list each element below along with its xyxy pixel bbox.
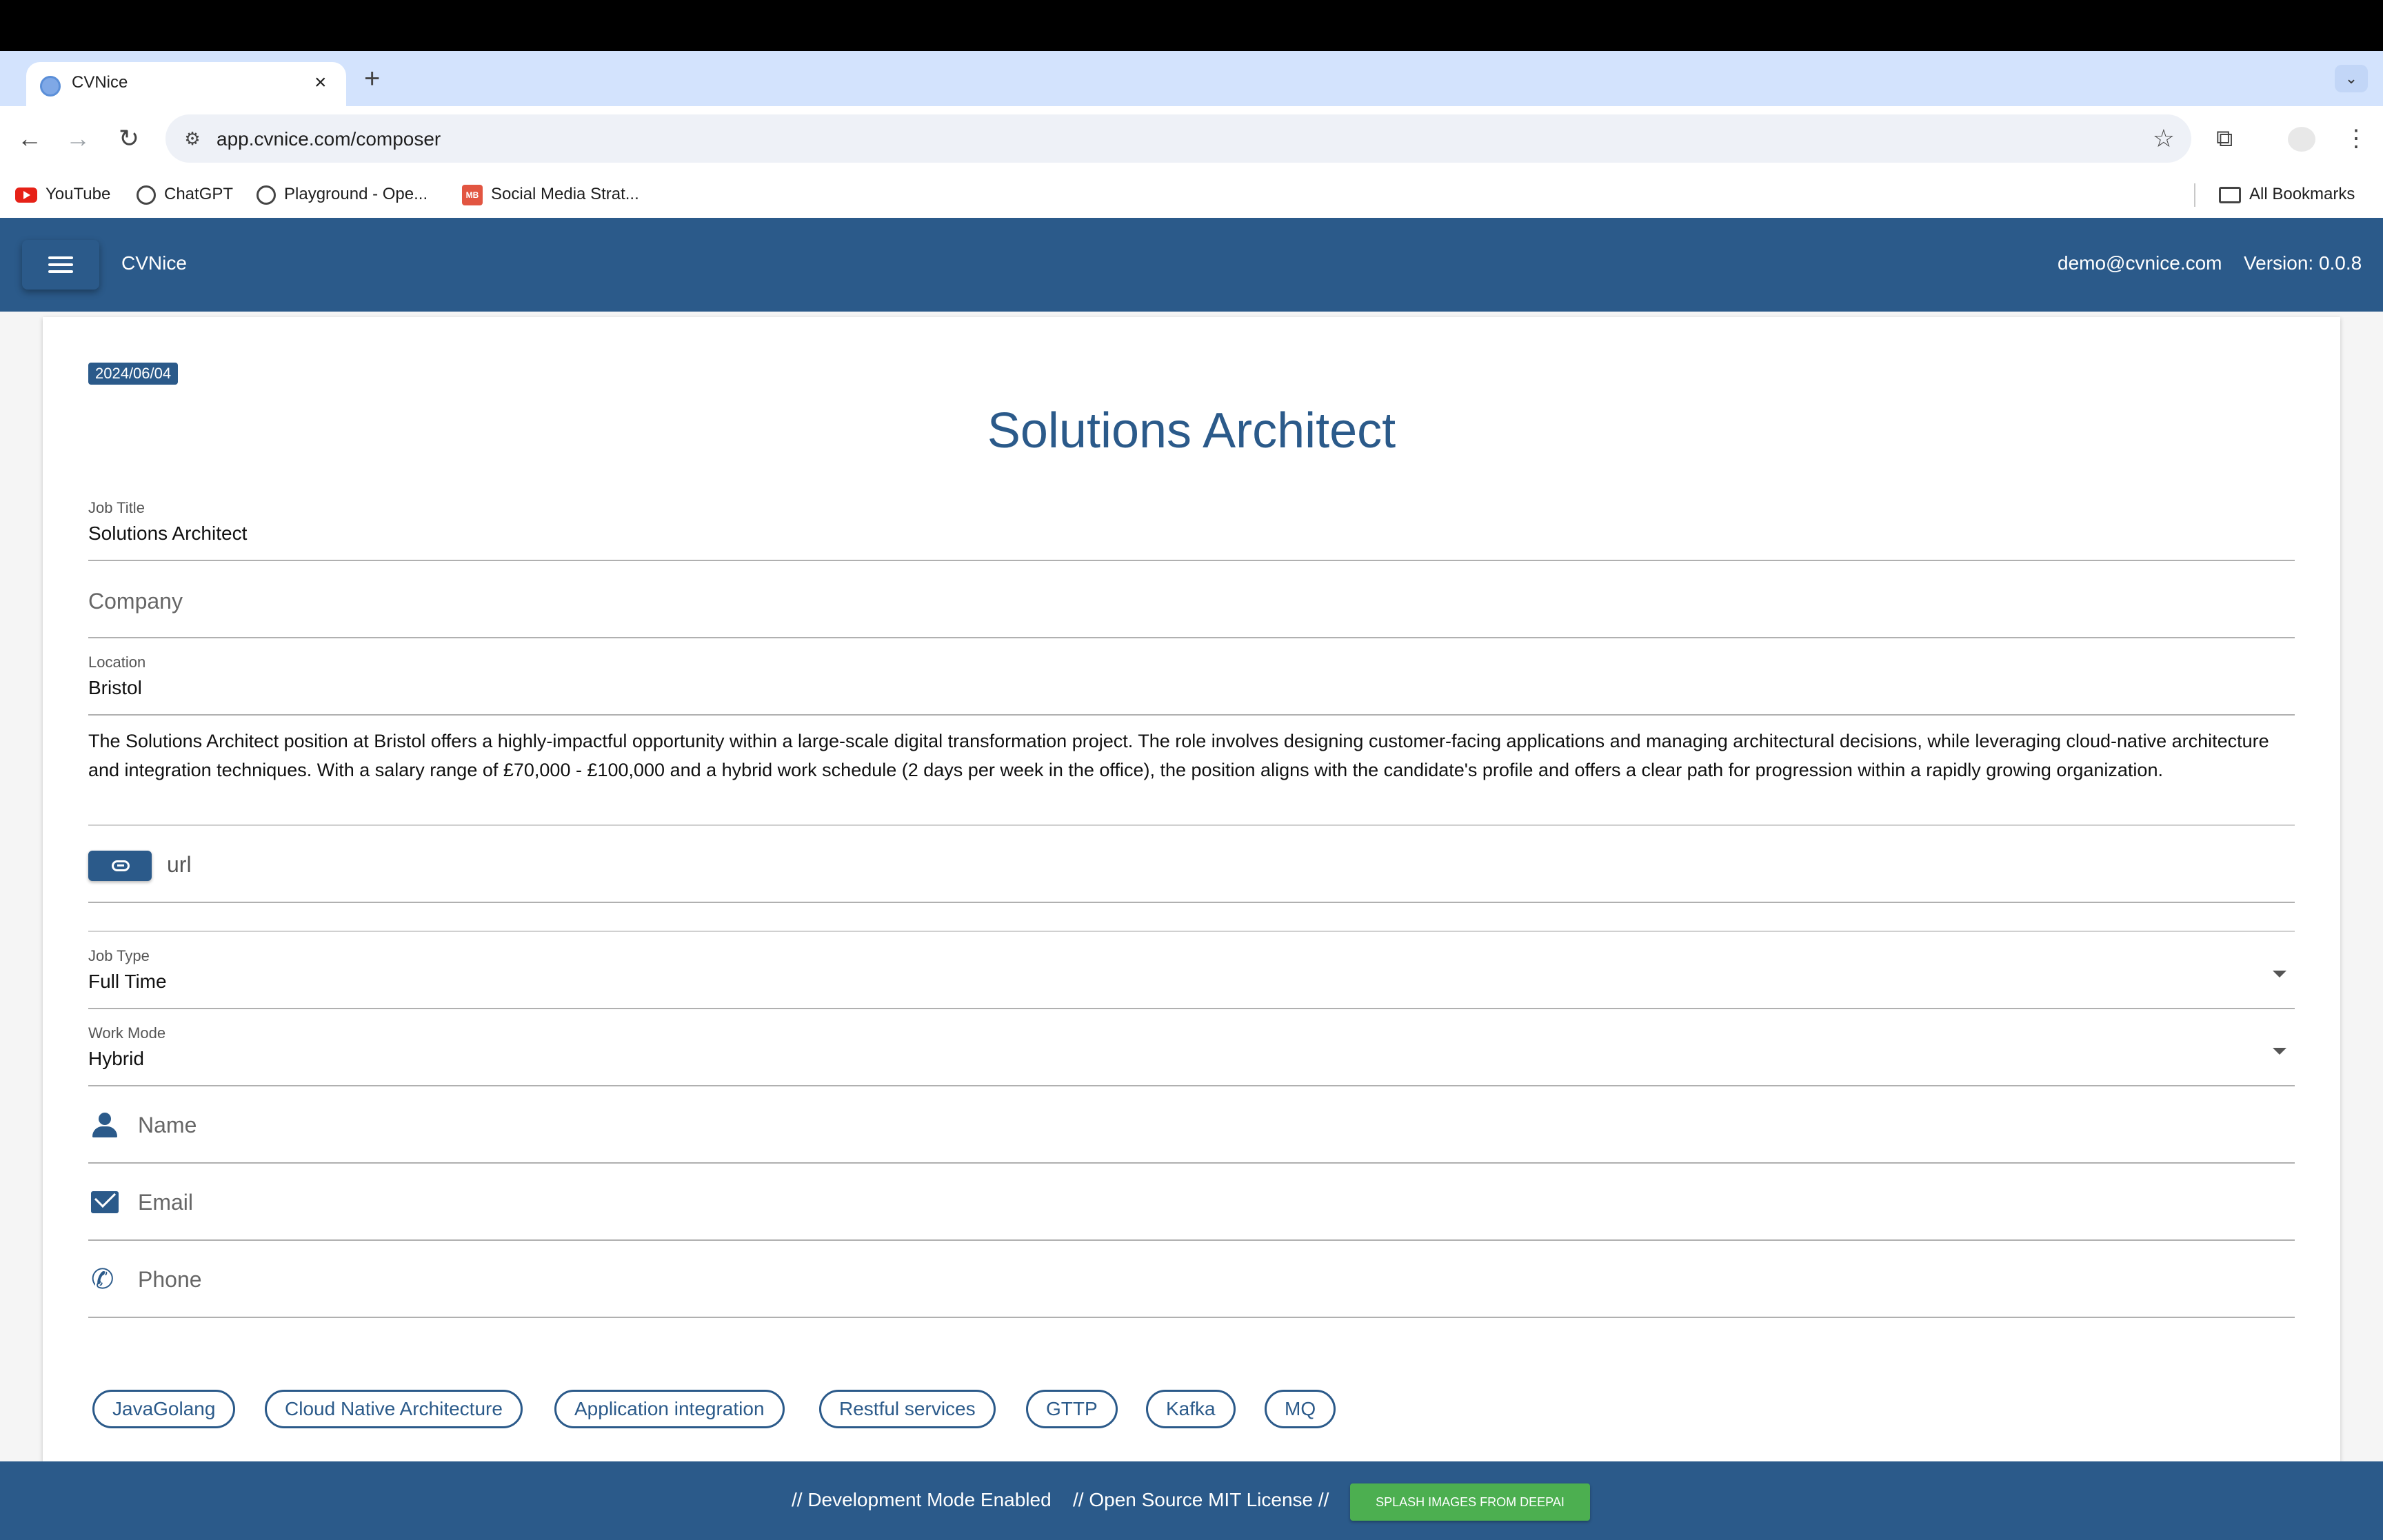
job-type-label: Job Type — [88, 947, 150, 964]
bookmark-playground[interactable]: Playground - Ope... — [257, 182, 428, 207]
company-field[interactable]: Company — [88, 563, 2295, 638]
skill-tag[interactable]: Application integration — [554, 1390, 785, 1428]
skill-tag[interactable]: Restful services — [819, 1390, 996, 1428]
date-badge: 2024/06/04 — [88, 363, 179, 385]
new-tab-button[interactable]: + — [364, 62, 380, 95]
youtube-icon — [15, 187, 37, 203]
globe-icon — [40, 76, 61, 97]
menu-line — [48, 270, 73, 273]
bookmark-label: YouTube — [46, 185, 111, 203]
bookmark-chatgpt[interactable]: ChatGPT — [137, 182, 233, 207]
location-field[interactable]: Location Bristol — [88, 651, 2295, 716]
bookmark-label: ChatGPT — [164, 185, 234, 203]
skill-tag[interactable]: Kafka — [1146, 1390, 1236, 1428]
bookmark-youtube[interactable]: YouTube — [15, 182, 110, 207]
job-type-select[interactable]: Job Type Full Time — [88, 944, 2295, 1009]
back-arrow-icon[interactable]: ← — [12, 121, 47, 156]
url-text[interactable]: app.cvnice.com/composer — [217, 128, 441, 150]
browser-menu-icon[interactable]: ⋮ — [2344, 121, 2368, 156]
work-mode-select[interactable]: Work Mode Hybrid — [88, 1022, 2295, 1086]
dev-mode-text: // Development Mode Enabled — [792, 1489, 1052, 1510]
app-footer: // Development Mode Enabled // Open Sour… — [0, 1461, 2383, 1540]
all-bookmarks[interactable]: All Bookmarks — [2219, 182, 2355, 207]
extensions-icon[interactable]: ⧉ — [2216, 121, 2233, 156]
job-title-label: Job Title — [88, 499, 145, 516]
email-field[interactable]: Email — [88, 1165, 2295, 1241]
name-placeholder[interactable]: Name — [138, 1113, 197, 1138]
url-field[interactable] — [88, 838, 2295, 903]
skill-tag[interactable]: GTTP — [1026, 1390, 1118, 1428]
site-info-icon[interactable]: ⚙ — [178, 124, 207, 153]
tab-title: CVNice — [72, 73, 128, 92]
profile-avatar[interactable] — [2288, 127, 2315, 152]
menu-line — [48, 256, 73, 259]
work-mode-label: Work Mode — [88, 1024, 166, 1042]
skill-tag[interactable]: MQ — [1265, 1390, 1336, 1428]
tab-search-button[interactable]: ⌄ — [2335, 65, 2368, 92]
bookmarks-divider — [2194, 183, 2195, 207]
section-divider — [88, 904, 2295, 932]
location-value[interactable]: Bristol — [88, 677, 142, 699]
skill-tag[interactable]: JavaGolang — [92, 1390, 236, 1428]
hamburger-menu-button[interactable] — [22, 240, 99, 290]
dropdown-arrow-icon[interactable] — [2273, 971, 2286, 977]
browser-tab-active[interactable]: CVNice × — [26, 62, 346, 106]
job-title-field[interactable]: Job Title Solutions Architect — [88, 496, 2295, 561]
job-description[interactable]: The Solutions Architect position at Bris… — [88, 727, 2295, 784]
job-title-value[interactable]: Solutions Architect — [88, 523, 247, 545]
folder-icon — [2219, 186, 2241, 203]
work-mode-value[interactable]: Hybrid — [88, 1048, 144, 1070]
forward-arrow-icon[interactable]: → — [61, 121, 95, 156]
menu-line — [48, 263, 73, 266]
bookmark-label: Social Media Strat... — [491, 185, 639, 203]
app-version: Version: 0.0.8 — [2244, 252, 2362, 274]
location-label: Location — [88, 654, 146, 671]
browser-toolbar: ← → ↻ ⚙ app.cvnice.com/composer ☆ ⧉ ⋮ — [0, 106, 2383, 171]
dropdown-arrow-icon[interactable] — [2273, 1048, 2286, 1055]
skill-tag[interactable]: Cloud Native Architecture — [265, 1390, 523, 1428]
bookmark-star-icon[interactable]: ☆ — [2153, 123, 2175, 154]
bookmark-social-media[interactable]: MB Social Media Strat... — [462, 182, 639, 207]
splash-images-button[interactable]: SPLASH IMAGES FROM DEEPAI — [1350, 1483, 1590, 1521]
close-tab-icon[interactable]: × — [314, 69, 327, 97]
chatgpt-icon — [137, 185, 156, 205]
app-header: CVNice demo@cvnice.com Version: 0.0.8 — [0, 218, 2383, 312]
app-name: CVNice — [121, 252, 187, 274]
bookmark-label: Playground - Ope... — [284, 185, 428, 203]
job-type-value[interactable]: Full Time — [88, 971, 167, 993]
email-placeholder[interactable]: Email — [138, 1190, 193, 1215]
phone-field[interactable]: Phone — [88, 1242, 2295, 1318]
name-field[interactable]: Name — [88, 1088, 2295, 1164]
mb-icon: MB — [462, 184, 483, 205]
address-bar[interactable]: ⚙ app.cvnice.com/composer ☆ — [165, 114, 2191, 163]
openai-icon — [257, 185, 276, 205]
description-underline — [88, 793, 2295, 826]
user-email: demo@cvnice.com — [2058, 252, 2222, 274]
bookmarks-bar: YouTube ChatGPT Playground - Ope... MB So… — [0, 171, 2383, 218]
browser-tab-strip: CVNice × + ⌄ — [0, 51, 2383, 106]
os-menu-bar — [0, 0, 2383, 51]
phone-placeholder[interactable]: Phone — [138, 1267, 202, 1293]
license-text: // Open Source MIT License // — [1073, 1489, 1329, 1510]
reload-icon[interactable]: ↻ — [112, 121, 146, 156]
all-bookmarks-label: All Bookmarks — [2249, 185, 2355, 203]
company-placeholder[interactable]: Company — [88, 589, 183, 614]
page-title: Solutions Architect — [987, 403, 1396, 458]
